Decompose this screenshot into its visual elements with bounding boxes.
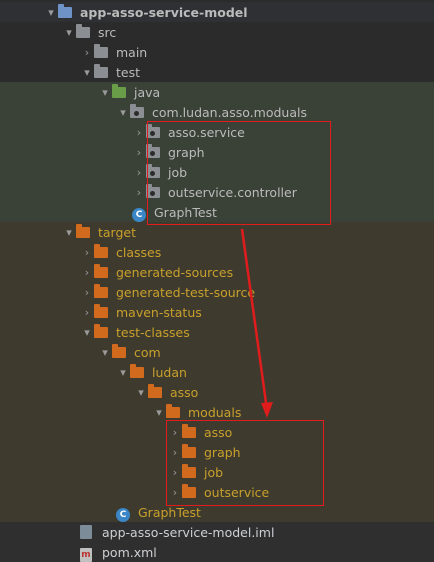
annotation-box-target xyxy=(166,420,324,506)
tree-node-maven-status[interactable]: › maven-status xyxy=(0,302,434,322)
tree-node-label: asso xyxy=(170,384,199,400)
tree-node-label: com xyxy=(134,344,161,360)
annotation-box-source xyxy=(147,121,331,225)
chevron-down-icon[interactable]: ▾ xyxy=(116,102,130,122)
excluded-folder-icon xyxy=(94,264,110,279)
tree-node-label: pom.xml xyxy=(102,544,157,560)
folder-icon xyxy=(76,24,92,39)
chevron-right-icon[interactable]: › xyxy=(80,242,94,262)
tree-node-test[interactable]: ▾ test xyxy=(0,62,434,82)
chevron-down-icon[interactable]: ▾ xyxy=(62,22,76,42)
chevron-right-icon[interactable]: › xyxy=(80,42,94,62)
tree-node-main[interactable]: › main xyxy=(0,42,434,62)
excluded-folder-icon xyxy=(76,224,92,239)
excluded-folder-icon xyxy=(94,304,110,319)
tree-node-java[interactable]: ▾ java xyxy=(0,82,434,102)
tree-node-label: classes xyxy=(116,244,162,260)
maven-pom-icon: m xyxy=(80,548,92,562)
chevron-right-icon[interactable]: › xyxy=(132,122,146,142)
tree-node-generated-test-source[interactable]: › generated-test-source xyxy=(0,282,434,302)
chevron-down-icon[interactable]: ▾ xyxy=(98,342,112,362)
java-class-icon: C xyxy=(116,505,132,522)
tree-node-target[interactable]: ▾ target xyxy=(0,222,434,242)
tree-node-label: generated-sources xyxy=(116,264,234,280)
tree-node-test-classes[interactable]: ▾ test-classes xyxy=(0,322,434,342)
tree-node-label: com.ludan.asso.moduals xyxy=(152,104,307,120)
chevron-right-icon[interactable]: › xyxy=(132,162,146,182)
tree-node-label: generated-test-source xyxy=(116,284,256,300)
tree-node-asso[interactable]: ▾ asso xyxy=(0,382,434,402)
excluded-folder-icon xyxy=(94,324,110,339)
chevron-down-icon[interactable]: ▾ xyxy=(134,382,148,402)
tree-node-label: test-classes xyxy=(116,324,190,340)
folder-icon xyxy=(94,44,110,59)
chevron-right-icon[interactable]: › xyxy=(80,302,94,322)
tree-node-label: java xyxy=(134,84,161,100)
excluded-folder-icon xyxy=(94,284,110,299)
tree-node-label: main xyxy=(116,44,148,60)
tree-node-generated-sources[interactable]: › generated-sources xyxy=(0,262,434,282)
chevron-down-icon[interactable]: ▾ xyxy=(98,82,112,102)
excluded-folder-icon xyxy=(112,344,128,359)
tree-node-pom[interactable]: m pom.xml xyxy=(0,542,434,562)
folder-icon xyxy=(94,64,110,79)
tree-node-package[interactable]: ▾ com.ludan.asso.moduals xyxy=(0,102,434,122)
tree-node-label: app-asso-service-model xyxy=(80,4,248,20)
project-tree: ▾ app-asso-service-model ▾ src › main ▾ … xyxy=(0,0,434,562)
package-icon xyxy=(130,104,146,119)
excluded-folder-icon xyxy=(166,404,182,419)
chevron-down-icon[interactable]: ▾ xyxy=(80,62,94,82)
tree-node-com[interactable]: ▾ com xyxy=(0,342,434,362)
chevron-down-icon[interactable]: ▾ xyxy=(44,2,58,22)
tree-node-label: maven-status xyxy=(116,304,202,320)
tree-node-label: GraphTest xyxy=(138,504,201,520)
java-class-icon: C xyxy=(132,205,148,222)
tree-node-classes[interactable]: › classes xyxy=(0,242,434,262)
iml-file-icon xyxy=(80,525,96,539)
tree-node-label: target xyxy=(98,224,137,240)
chevron-down-icon[interactable]: ▾ xyxy=(116,362,130,382)
tree-node-label: src xyxy=(98,24,117,40)
tree-node-ludan[interactable]: ▾ ludan xyxy=(0,362,434,382)
chevron-right-icon[interactable]: › xyxy=(132,142,146,162)
excluded-folder-icon xyxy=(130,364,146,379)
chevron-down-icon[interactable]: ▾ xyxy=(80,322,94,342)
module-folder-icon xyxy=(58,4,74,19)
chevron-right-icon[interactable]: › xyxy=(132,182,146,202)
excluded-folder-icon xyxy=(148,384,164,399)
test-source-root-icon xyxy=(112,84,128,99)
excluded-folder-icon xyxy=(94,244,110,259)
chevron-down-icon[interactable]: ▾ xyxy=(152,402,166,422)
chevron-right-icon[interactable]: › xyxy=(80,262,94,282)
tree-node-root[interactable]: ▾ app-asso-service-model xyxy=(0,2,434,22)
chevron-right-icon[interactable]: › xyxy=(80,282,94,302)
tree-node-iml[interactable]: app-asso-service-model.iml xyxy=(0,522,434,542)
tree-node-label: moduals xyxy=(188,404,242,420)
tree-node-src[interactable]: ▾ src xyxy=(0,22,434,42)
tree-node-label: app-asso-service-model.iml xyxy=(102,524,275,540)
tree-node-label: ludan xyxy=(152,364,187,380)
tree-node-moduals[interactable]: ▾ moduals xyxy=(0,402,434,422)
tree-node-label: test xyxy=(116,64,141,80)
chevron-down-icon[interactable]: ▾ xyxy=(62,222,76,242)
